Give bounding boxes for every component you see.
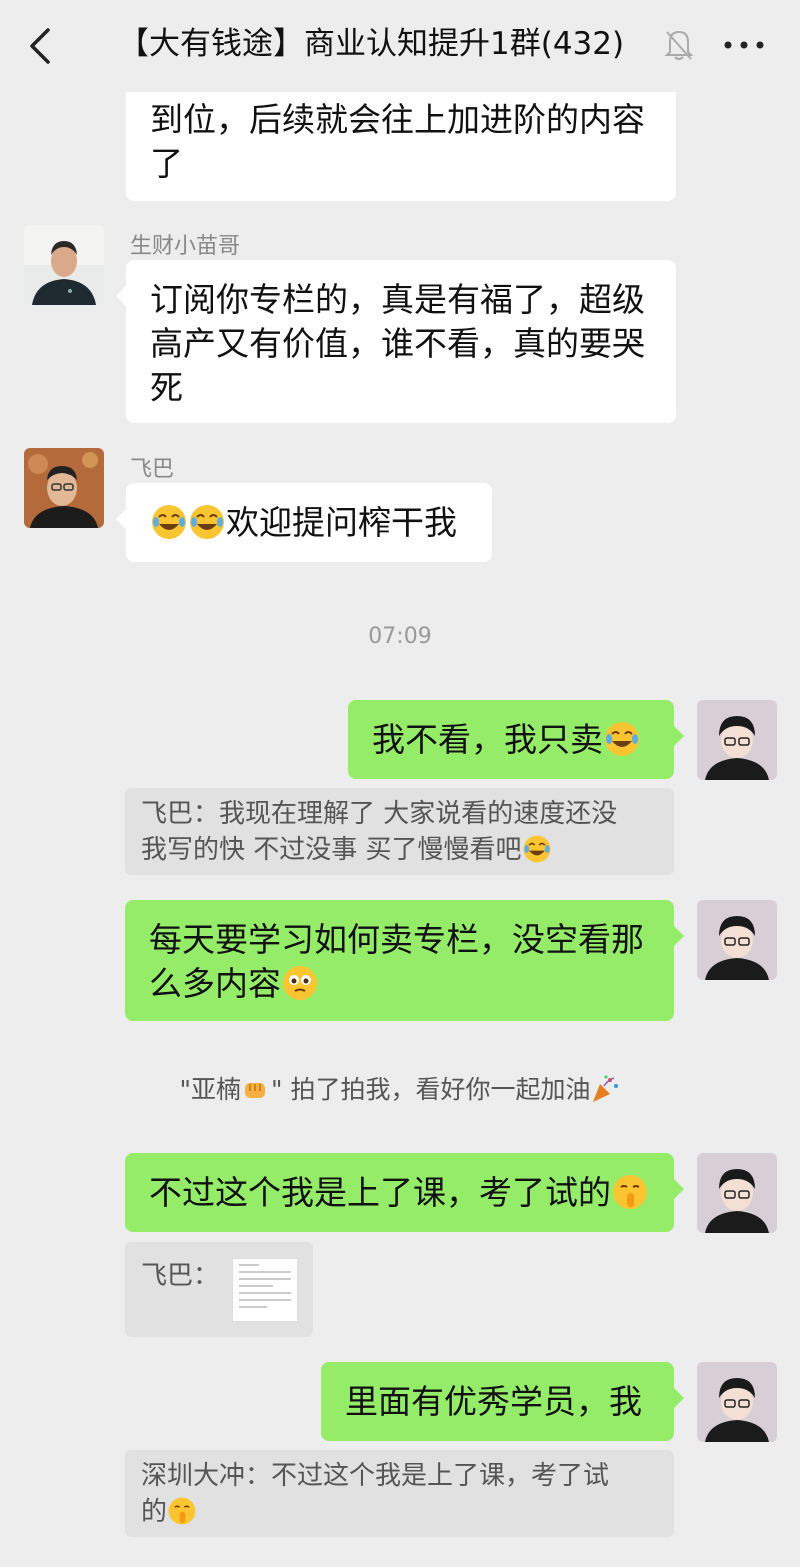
- teary-face-emoji-icon: [281, 964, 319, 1002]
- bell-off-icon: [664, 30, 694, 60]
- my-message-bubble[interactable]: 里面有优秀学员，我: [321, 1362, 684, 1441]
- system-pat-message: "亚楠 " 拍了拍我，看好你一起加油: [0, 1070, 800, 1106]
- my-avatar[interactable]: [697, 1153, 777, 1233]
- laugh-cry-emoji-icon: [522, 834, 552, 864]
- chat-title: 【大有钱途】商业认知提升1群(432): [118, 26, 625, 62]
- sender-name: 飞巴: [130, 457, 175, 482]
- message-bubble[interactable]: 到位，后续就会往上加进阶的内容 了: [126, 80, 676, 201]
- message-line: 么多内容: [149, 964, 281, 1003]
- fist-emoji-icon: [241, 1074, 271, 1104]
- message-line: 每天要学习如何卖专栏，没空看那: [149, 920, 644, 959]
- quote-line: 的: [141, 1497, 168, 1527]
- quote-line: 我写的快 不过没事 买了慢慢看吧: [141, 835, 522, 865]
- bubble-tail: [116, 286, 126, 306]
- party-popper-emoji-icon: [590, 1074, 620, 1104]
- my-avatar[interactable]: [697, 900, 777, 980]
- message-bubble[interactable]: 订阅你专栏的，真是有福了，超级 高产又有价值，谁不看，真的要哭 死: [116, 260, 676, 423]
- message-text: 不过这个我是上了课，考了试的: [149, 1173, 611, 1212]
- message-bubble[interactable]: 欢迎提问榨干我: [116, 483, 492, 562]
- quote-line: 深圳大冲：不过这个我是上了课，考了试: [141, 1461, 610, 1491]
- avatar[interactable]: [24, 225, 104, 305]
- laugh-cry-emoji-icon: [603, 720, 641, 758]
- bubble-tail: [674, 926, 684, 946]
- shushing-face-emoji-icon: [611, 1173, 649, 1211]
- shushing-face-emoji-icon: [167, 1496, 197, 1526]
- my-message-bubble[interactable]: 我不看，我只卖: [348, 700, 684, 779]
- chat-header: 【大有钱途】商业认知提升1群(432): [0, 0, 800, 92]
- message-line: 订阅你专栏的，真是有福了，超级: [150, 280, 645, 319]
- avatar[interactable]: [24, 448, 104, 528]
- message-text: 里面有优秀学员，我: [345, 1382, 642, 1421]
- quote-line: 飞巴：我现在理解了 大家说看的速度还没: [141, 799, 618, 829]
- pat-text-start: "亚楠: [179, 1075, 242, 1104]
- quote-reply[interactable]: 深圳大冲：不过这个我是上了课，考了试 的: [125, 1450, 674, 1537]
- bubble-tail: [674, 726, 684, 746]
- quoted-image-thumbnail[interactable]: [232, 1258, 298, 1322]
- more-dots-icon[interactable]: [722, 32, 766, 58]
- my-avatar[interactable]: [697, 1362, 777, 1442]
- my-message-bubble[interactable]: 每天要学习如何卖专栏，没空看那 么多内容: [125, 900, 684, 1021]
- bubble-tail: [674, 1179, 684, 1199]
- my-message-bubble[interactable]: 不过这个我是上了课，考了试的: [125, 1153, 684, 1232]
- laugh-cry-emoji-icon: [188, 503, 226, 541]
- message-line: 死: [150, 368, 183, 407]
- chevron-left-icon[interactable]: [24, 26, 60, 66]
- message-line: 了: [150, 144, 183, 183]
- quote-reply[interactable]: 飞巴：我现在理解了 大家说看的速度还没 我写的快 不过没事 买了慢慢看吧: [125, 788, 674, 875]
- quote-sender: 飞巴：: [141, 1261, 220, 1291]
- laugh-cry-emoji-icon: [150, 503, 188, 541]
- sender-name: 生财小苗哥: [130, 234, 241, 259]
- my-avatar[interactable]: [697, 700, 777, 780]
- message-line: 到位，后续就会往上加进阶的内容: [150, 100, 645, 139]
- message-text: 欢迎提问榨干我: [226, 503, 457, 542]
- pat-text-end: " 拍了拍我，看好你一起加油: [271, 1075, 591, 1104]
- message-text: 我不看，我只卖: [372, 720, 603, 759]
- timestamp: 07:09: [368, 624, 432, 649]
- bubble-tail: [674, 1388, 684, 1408]
- message-line: 高产又有价值，谁不看，真的要哭: [150, 324, 645, 363]
- bubble-tail: [116, 509, 126, 529]
